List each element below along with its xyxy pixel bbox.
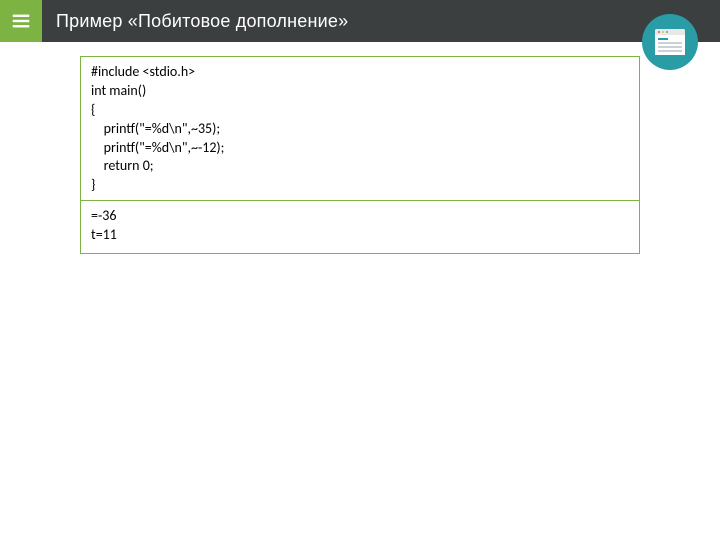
page-title: Пример «Побитовое дополнение» bbox=[56, 11, 348, 32]
app-window-icon bbox=[642, 14, 698, 70]
code-block: #include <stdio.h> int main() { printf("… bbox=[80, 56, 640, 204]
hamburger-icon bbox=[10, 10, 32, 32]
output-block: =-36 t=11 bbox=[80, 200, 640, 254]
output-content: =-36 t=11 bbox=[91, 207, 629, 245]
header-bar: Пример «Побитовое дополнение» bbox=[0, 0, 720, 42]
menu-button[interactable] bbox=[0, 0, 42, 42]
code-content: #include <stdio.h> int main() { printf("… bbox=[91, 63, 629, 195]
